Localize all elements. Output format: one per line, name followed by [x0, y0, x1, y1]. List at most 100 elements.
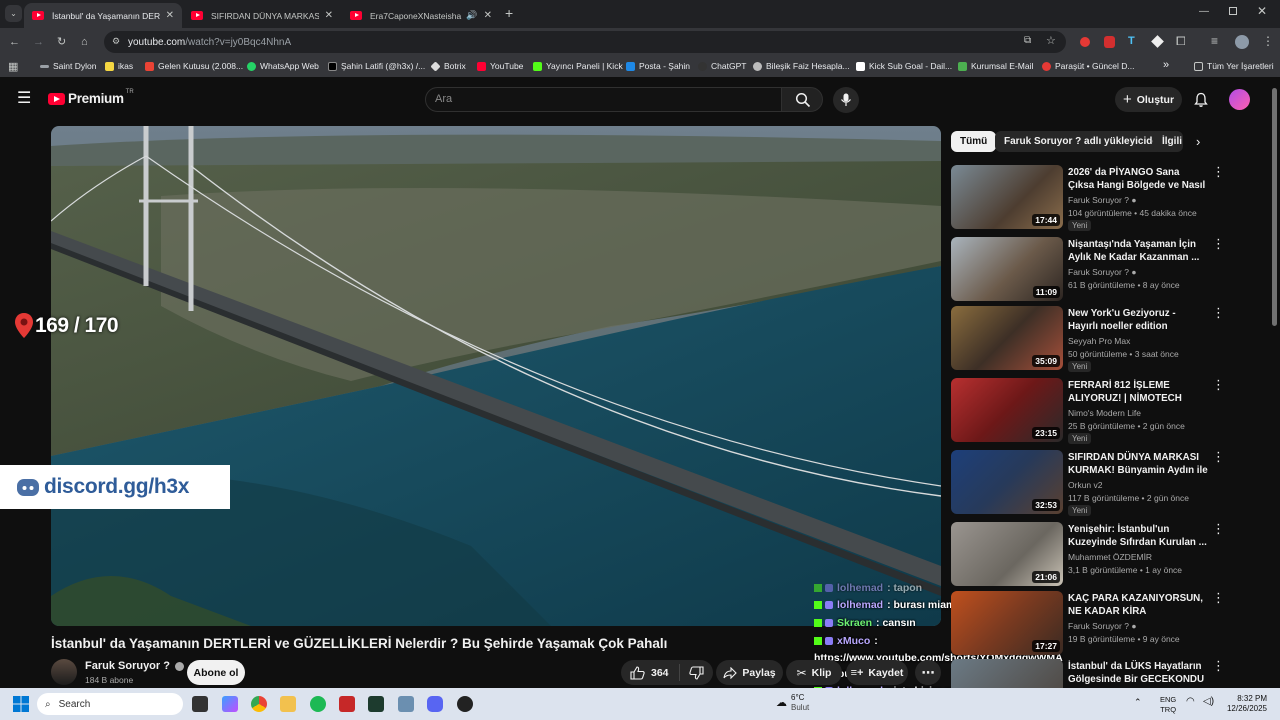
- extension-adblock-icon[interactable]: [1104, 36, 1115, 48]
- task-view-icon[interactable]: [192, 696, 208, 712]
- account-avatar[interactable]: [1229, 89, 1250, 110]
- chips-next-icon[interactable]: ›: [1196, 134, 1200, 149]
- bookmark-item[interactable]: Yayıncı Paneli | Kick: [533, 61, 623, 71]
- video-player[interactable]: [51, 126, 941, 626]
- site-info-icon[interactable]: ⚙: [112, 36, 120, 47]
- app-obs-icon[interactable]: [457, 696, 473, 712]
- clock[interactable]: 8:32 PM 12/26/2025: [1225, 694, 1267, 714]
- close-tab-icon[interactable]: ✕: [325, 10, 333, 21]
- channel-avatar[interactable]: [51, 659, 77, 685]
- address-bar[interactable]: ⚙ youtube.com/watch?v=jy0Bqc4NhnA ⧉ ☆: [104, 31, 1066, 53]
- hamburger-menu-icon[interactable]: ☰: [17, 91, 31, 107]
- share-button[interactable]: Paylaş: [716, 660, 783, 685]
- new-tab-button[interactable]: +: [505, 5, 513, 21]
- bookmark-item[interactable]: Kurumsal E-Mail: [958, 61, 1033, 71]
- search-button[interactable]: [781, 87, 823, 112]
- bookmark-item[interactable]: ikas: [105, 61, 133, 71]
- bookmark-item[interactable]: WhatsApp Web: [247, 61, 319, 71]
- bookmark-item[interactable]: Şahin Latifi (@h3x) /...: [328, 61, 425, 71]
- bookmark-item[interactable]: Gelen Kutusu (2.008...: [145, 61, 243, 71]
- recommended-video[interactable]: 17:27 KAÇ PARA KAZANIYORSUN, NE KADAR Kİ…: [951, 591, 1225, 655]
- recommended-video[interactable]: İstanbul' da LÜKS Hayatların Gölgesinde …: [951, 659, 1221, 688]
- more-options-icon[interactable]: ⋮: [1212, 659, 1221, 672]
- voice-search-button[interactable]: [833, 87, 859, 113]
- app-network-icon[interactable]: [398, 696, 414, 712]
- taskbar-search[interactable]: ⌕ Search: [37, 693, 183, 715]
- notifications-bell-icon[interactable]: [1193, 92, 1209, 108]
- recommended-video[interactable]: 21:06 Yenişehir: İstanbul'un Kuzeyinde S…: [951, 522, 1225, 586]
- audio-playing-icon[interactable]: 🔊: [466, 10, 477, 21]
- chrome-icon[interactable]: [251, 696, 267, 712]
- bookmark-star-icon[interactable]: ☆: [1046, 34, 1056, 47]
- bookmark-item[interactable]: Paraşüt • Güncel D...: [1042, 61, 1135, 71]
- subscribe-button[interactable]: Abone ol: [187, 660, 245, 685]
- copilot-icon[interactable]: [222, 696, 238, 712]
- page-scrollbar[interactable]: [1272, 88, 1277, 326]
- recommended-video[interactable]: 17:44 2026' da PİYANGO Sana Çıksa Hangi …: [951, 165, 1225, 231]
- browser-menu-icon[interactable]: ⋮: [1262, 34, 1274, 48]
- more-options-icon[interactable]: ⋮: [1212, 378, 1225, 391]
- extensions-puzzle-icon[interactable]: ⧠: [1176, 34, 1186, 49]
- recommended-video[interactable]: 11:09 Nişantaşı'nda Yaşaman İçin Aylık N…: [951, 237, 1225, 301]
- close-window-icon[interactable]: ✕: [1257, 4, 1267, 18]
- extension-translate-icon[interactable]: T: [1128, 35, 1135, 47]
- bookmarks-overflow[interactable]: »: [1163, 59, 1169, 71]
- bookmark-item[interactable]: Kick Sub Goal - Dail...: [856, 61, 952, 71]
- browser-tab-3[interactable]: Era7CaponeXNasteisha #fy 🔊 ✕: [342, 3, 500, 28]
- install-app-icon[interactable]: ⧉: [1024, 35, 1031, 46]
- volume-icon[interactable]: ◁): [1203, 696, 1214, 707]
- more-options-icon[interactable]: ⋮: [1212, 306, 1225, 319]
- dislike-button[interactable]: [680, 660, 713, 685]
- chip-all[interactable]: Tümü: [951, 131, 997, 152]
- discord-app-icon[interactable]: [427, 696, 443, 712]
- clip-button[interactable]: ✂ Klip: [786, 660, 842, 685]
- weather-widget[interactable]: ☁ 6°C Bulut: [776, 693, 809, 713]
- windows-start-icon[interactable]: [13, 696, 29, 712]
- close-tab-icon[interactable]: ✕: [166, 10, 174, 21]
- more-options-icon[interactable]: ⋮: [1212, 522, 1225, 535]
- save-button[interactable]: ≡+ Kaydet: [846, 660, 908, 685]
- extension-red-icon[interactable]: [1080, 37, 1090, 47]
- tray-overflow-icon[interactable]: ⌃: [1134, 697, 1142, 708]
- close-tab-icon[interactable]: ✕: [484, 10, 492, 21]
- minimize-icon[interactable]: —: [1199, 6, 1209, 17]
- reading-list-icon[interactable]: ≡: [1211, 34, 1218, 48]
- restore-icon[interactable]: [1229, 7, 1237, 15]
- bookmark-item[interactable]: Bileşik Faiz Hesapla...: [753, 61, 850, 71]
- chip-related[interactable]: İlgili: [1153, 131, 1183, 152]
- tab-search-button[interactable]: ⌄: [5, 5, 22, 22]
- back-icon[interactable]: ←: [9, 35, 20, 49]
- all-bookmarks[interactable]: Tüm Yer İşaretleri: [1194, 61, 1274, 71]
- bookmark-item[interactable]: Botrix: [430, 60, 466, 72]
- recommended-video[interactable]: 35:09 New York'u Geziyoruz - Hayırlı noe…: [951, 306, 1225, 372]
- extension-diamond-icon[interactable]: [1151, 35, 1164, 48]
- profile-avatar[interactable]: [1235, 35, 1249, 49]
- more-actions-button[interactable]: ⋯: [915, 660, 941, 685]
- more-options-icon[interactable]: ⋮: [1212, 237, 1225, 250]
- home-icon[interactable]: ⌂: [81, 35, 88, 49]
- browser-tab-1[interactable]: İstanbul' da Yaşamanın DERTLERİ ✕: [24, 3, 182, 28]
- more-options-icon[interactable]: ⋮: [1212, 591, 1225, 604]
- search-input[interactable]: Ara: [425, 87, 782, 112]
- bookmark-item[interactable]: YouTube: [477, 61, 523, 71]
- wifi-icon[interactable]: ◠: [1186, 696, 1195, 707]
- recommended-video[interactable]: 32:53 SIFIRDAN DÜNYA MARKASI KURMAK! Bün…: [951, 450, 1225, 516]
- browser-tab-2[interactable]: SIFIRDAN DÜNYA MARKASI KURMAK! ✕: [183, 3, 341, 28]
- bookmark-item[interactable]: Saint Dylon: [40, 61, 96, 71]
- app-red-icon[interactable]: [339, 696, 355, 712]
- bookmark-item[interactable]: ChatGPT: [698, 61, 746, 71]
- spotify-icon[interactable]: [310, 696, 326, 712]
- more-options-icon[interactable]: ⋮: [1212, 165, 1225, 178]
- channel-name[interactable]: Faruk Soruyor ?: [85, 660, 184, 672]
- youtube-logo[interactable]: Premium TR: [48, 89, 134, 106]
- reload-icon[interactable]: ↻: [57, 35, 66, 49]
- more-options-icon[interactable]: ⋮: [1212, 450, 1225, 463]
- apps-grid-icon[interactable]: ▦: [8, 60, 18, 73]
- create-button[interactable]: + Oluştur: [1115, 87, 1182, 112]
- chip-from-uploader[interactable]: Faruk Soruyor ? adlı yükleyiciden: [995, 131, 1174, 152]
- file-explorer-icon[interactable]: [280, 696, 296, 712]
- app-dark-icon[interactable]: [368, 696, 384, 712]
- recommended-video[interactable]: 23:15 FERRARİ 812 İŞLEME ALIYORUZ! | NİM…: [951, 378, 1225, 444]
- like-button[interactable]: 364: [621, 660, 679, 685]
- forward-icon[interactable]: →: [33, 35, 44, 49]
